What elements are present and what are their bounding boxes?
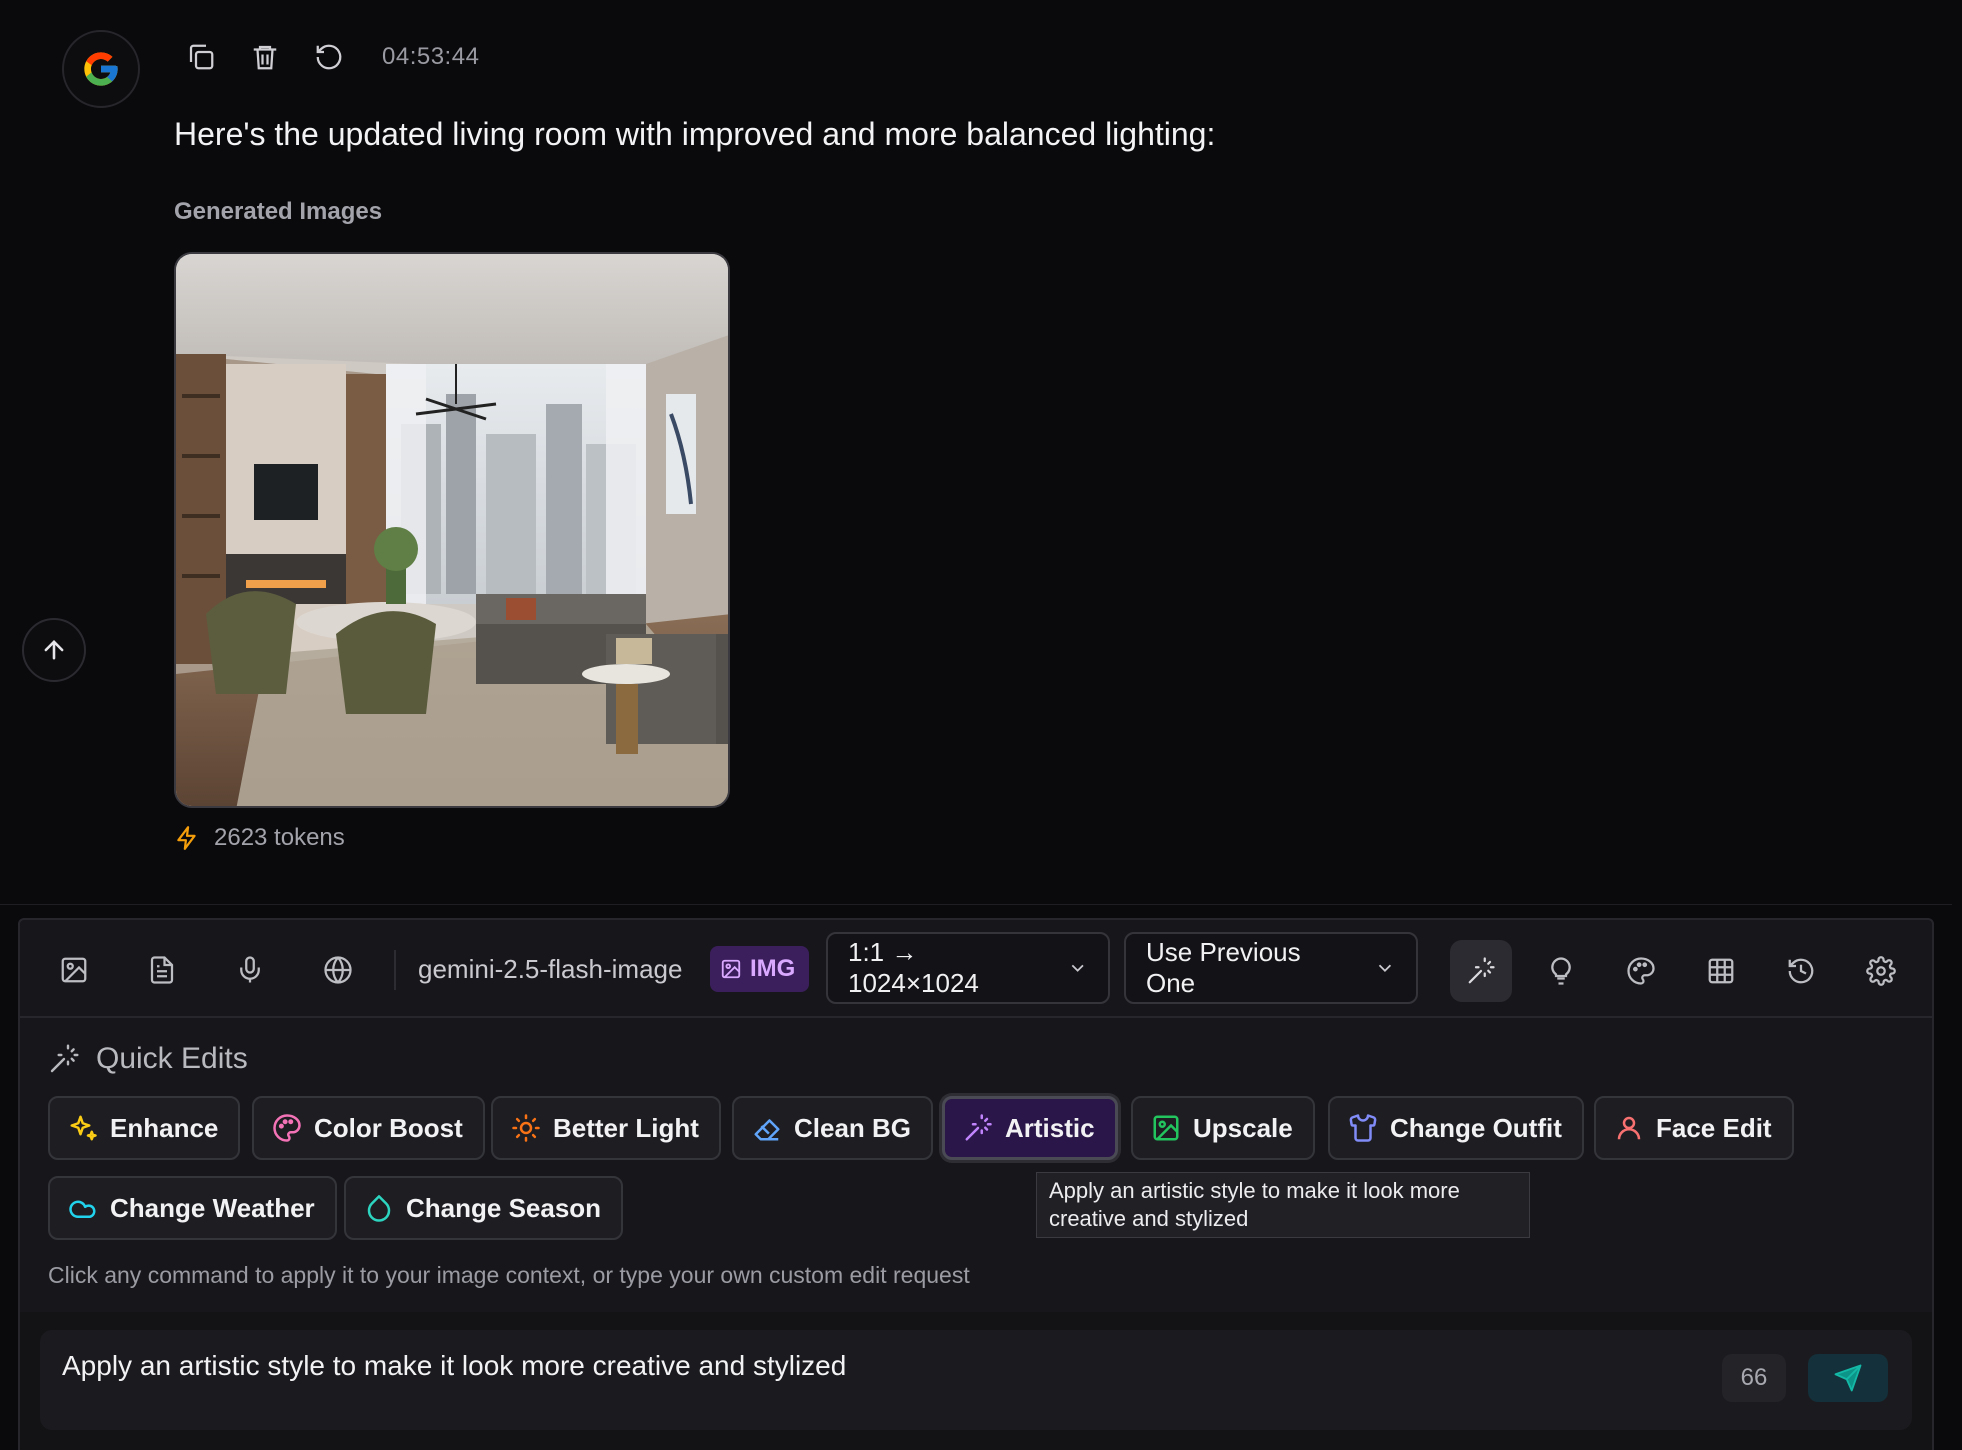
- token-count-label: 2623 tokens: [214, 824, 345, 851]
- send-icon: [1834, 1364, 1862, 1392]
- chip-label: Color Boost: [314, 1112, 463, 1143]
- image-icon: [61, 957, 87, 983]
- quick-edit-upscale[interactable]: Upscale: [1131, 1096, 1315, 1160]
- quick-edit-clean-bg[interactable]: Clean BG: [732, 1096, 934, 1160]
- chip-label: Enhance: [110, 1112, 219, 1143]
- user-icon: [1617, 1116, 1641, 1140]
- shirt-icon: [1349, 1114, 1377, 1142]
- scroll-to-top-button[interactable]: [22, 618, 86, 682]
- attach-image-button[interactable]: [48, 944, 100, 996]
- quick-edit-better-light[interactable]: Better Light: [491, 1096, 721, 1160]
- message-text: Here's the updated living room with impr…: [174, 116, 1216, 152]
- send-button[interactable]: [1808, 1354, 1888, 1402]
- chip-label: Better Light: [553, 1112, 699, 1143]
- sparkles-icon: [70, 1115, 97, 1141]
- quick-edit-change-season[interactable]: Change Season: [344, 1176, 624, 1240]
- lightning-icon: [177, 826, 196, 850]
- trash-icon: [253, 45, 277, 70]
- prompt-input[interactable]: Apply an artistic style to make it look …: [62, 1350, 846, 1382]
- grid-icon: [1708, 958, 1734, 984]
- palette-icon: [1627, 957, 1655, 985]
- palette-icon: [273, 1114, 301, 1142]
- settings-button[interactable]: [1850, 940, 1912, 1002]
- copy-icon: [189, 44, 214, 70]
- sun-icon: [512, 1114, 540, 1142]
- living-room-image: [176, 254, 728, 806]
- regenerate-button[interactable]: [310, 38, 348, 76]
- message-actions: 04:53:44: [182, 38, 479, 76]
- token-count: 2623 tokens: [174, 824, 345, 852]
- grid-button[interactable]: [1690, 940, 1752, 1002]
- gear-icon: [1866, 956, 1896, 986]
- web-search-button[interactable]: [312, 944, 364, 996]
- image-icon: [1153, 1115, 1179, 1141]
- lightbulb-icon: [1551, 957, 1571, 985]
- quick-edits-hint: Click any command to apply it to your im…: [48, 1262, 970, 1288]
- google-logo-icon: [84, 52, 118, 86]
- magic-wand-icon: [965, 1114, 992, 1141]
- assistant-avatar: [62, 30, 140, 108]
- aspect-ratio-value: 1:1 → 1024×1024: [848, 937, 979, 998]
- context-select-value: Use Previous One: [1146, 937, 1301, 998]
- chip-label: Change Season: [406, 1192, 602, 1223]
- img-mode-badge: IMG: [710, 946, 810, 992]
- attach-document-button[interactable]: [136, 944, 188, 996]
- img-badge-label: IMG: [750, 955, 796, 982]
- cloud-icon: [69, 1200, 96, 1218]
- artistic-tooltip: Apply an artistic style to make it look …: [1036, 1172, 1530, 1238]
- generated-image[interactable]: [174, 252, 730, 808]
- toolbar-separator: [394, 950, 396, 990]
- quick-edits-label: Quick Edits: [96, 1042, 248, 1075]
- history-icon: [1788, 958, 1814, 984]
- chip-label: Face Edit: [1656, 1112, 1772, 1143]
- quick-edit-enhance[interactable]: Enhance: [48, 1096, 241, 1160]
- quick-edit-change-outfit[interactable]: Change Outfit: [1328, 1096, 1584, 1160]
- chevron-down-icon: [1071, 964, 1084, 972]
- refresh-icon: [316, 44, 342, 70]
- quick-edit-artistic[interactable]: Artistic: [942, 1096, 1118, 1160]
- image-badge-icon: [721, 959, 741, 979]
- globe-icon: [324, 956, 352, 984]
- magic-wand-icon: [50, 1044, 79, 1073]
- arrow-up-icon: [44, 640, 64, 660]
- composer-toolbar: gemini-2.5-flash-image IMG 1:1 → 1024×10…: [20, 920, 1932, 1018]
- quick-edit-color-boost[interactable]: Color Boost: [252, 1096, 485, 1160]
- chip-label: Clean BG: [794, 1112, 912, 1143]
- quick-edits-toggle-button[interactable]: [1450, 940, 1512, 1002]
- quick-edits-title: Quick Edits: [48, 1042, 248, 1076]
- divider: [0, 904, 1952, 905]
- droplet-icon: [367, 1195, 391, 1222]
- magic-wand-icon: [1468, 957, 1495, 984]
- copy-button[interactable]: [182, 38, 220, 76]
- delete-button[interactable]: [246, 38, 284, 76]
- aspect-ratio-select[interactable]: 1:1 → 1024×1024: [826, 932, 1110, 1004]
- chip-label: Change Weather: [110, 1192, 315, 1223]
- message-timestamp: 04:53:44: [382, 43, 480, 70]
- voice-input-button[interactable]: [224, 944, 276, 996]
- quick-edit-change-weather[interactable]: Change Weather: [48, 1176, 337, 1240]
- context-select[interactable]: Use Previous One: [1124, 932, 1418, 1004]
- composer-panel: gemini-2.5-flash-image IMG 1:1 → 1024×10…: [18, 918, 1934, 1450]
- ideas-button[interactable]: [1530, 940, 1592, 1002]
- chevron-down-icon: [1378, 964, 1392, 973]
- generated-images-label: Generated Images: [174, 198, 383, 225]
- model-name[interactable]: gemini-2.5-flash-image: [418, 954, 682, 985]
- character-count: 66: [1722, 1354, 1786, 1402]
- style-palette-button[interactable]: [1610, 940, 1672, 1002]
- chip-label: Artistic: [1005, 1112, 1095, 1143]
- chip-label: Upscale: [1193, 1112, 1293, 1143]
- microphone-icon: [240, 956, 260, 983]
- eraser-icon: [754, 1119, 780, 1141]
- document-icon: [150, 956, 174, 984]
- history-button[interactable]: [1770, 940, 1832, 1002]
- chip-label: Change Outfit: [1390, 1112, 1562, 1143]
- quick-edit-face-edit[interactable]: Face Edit: [1594, 1096, 1794, 1160]
